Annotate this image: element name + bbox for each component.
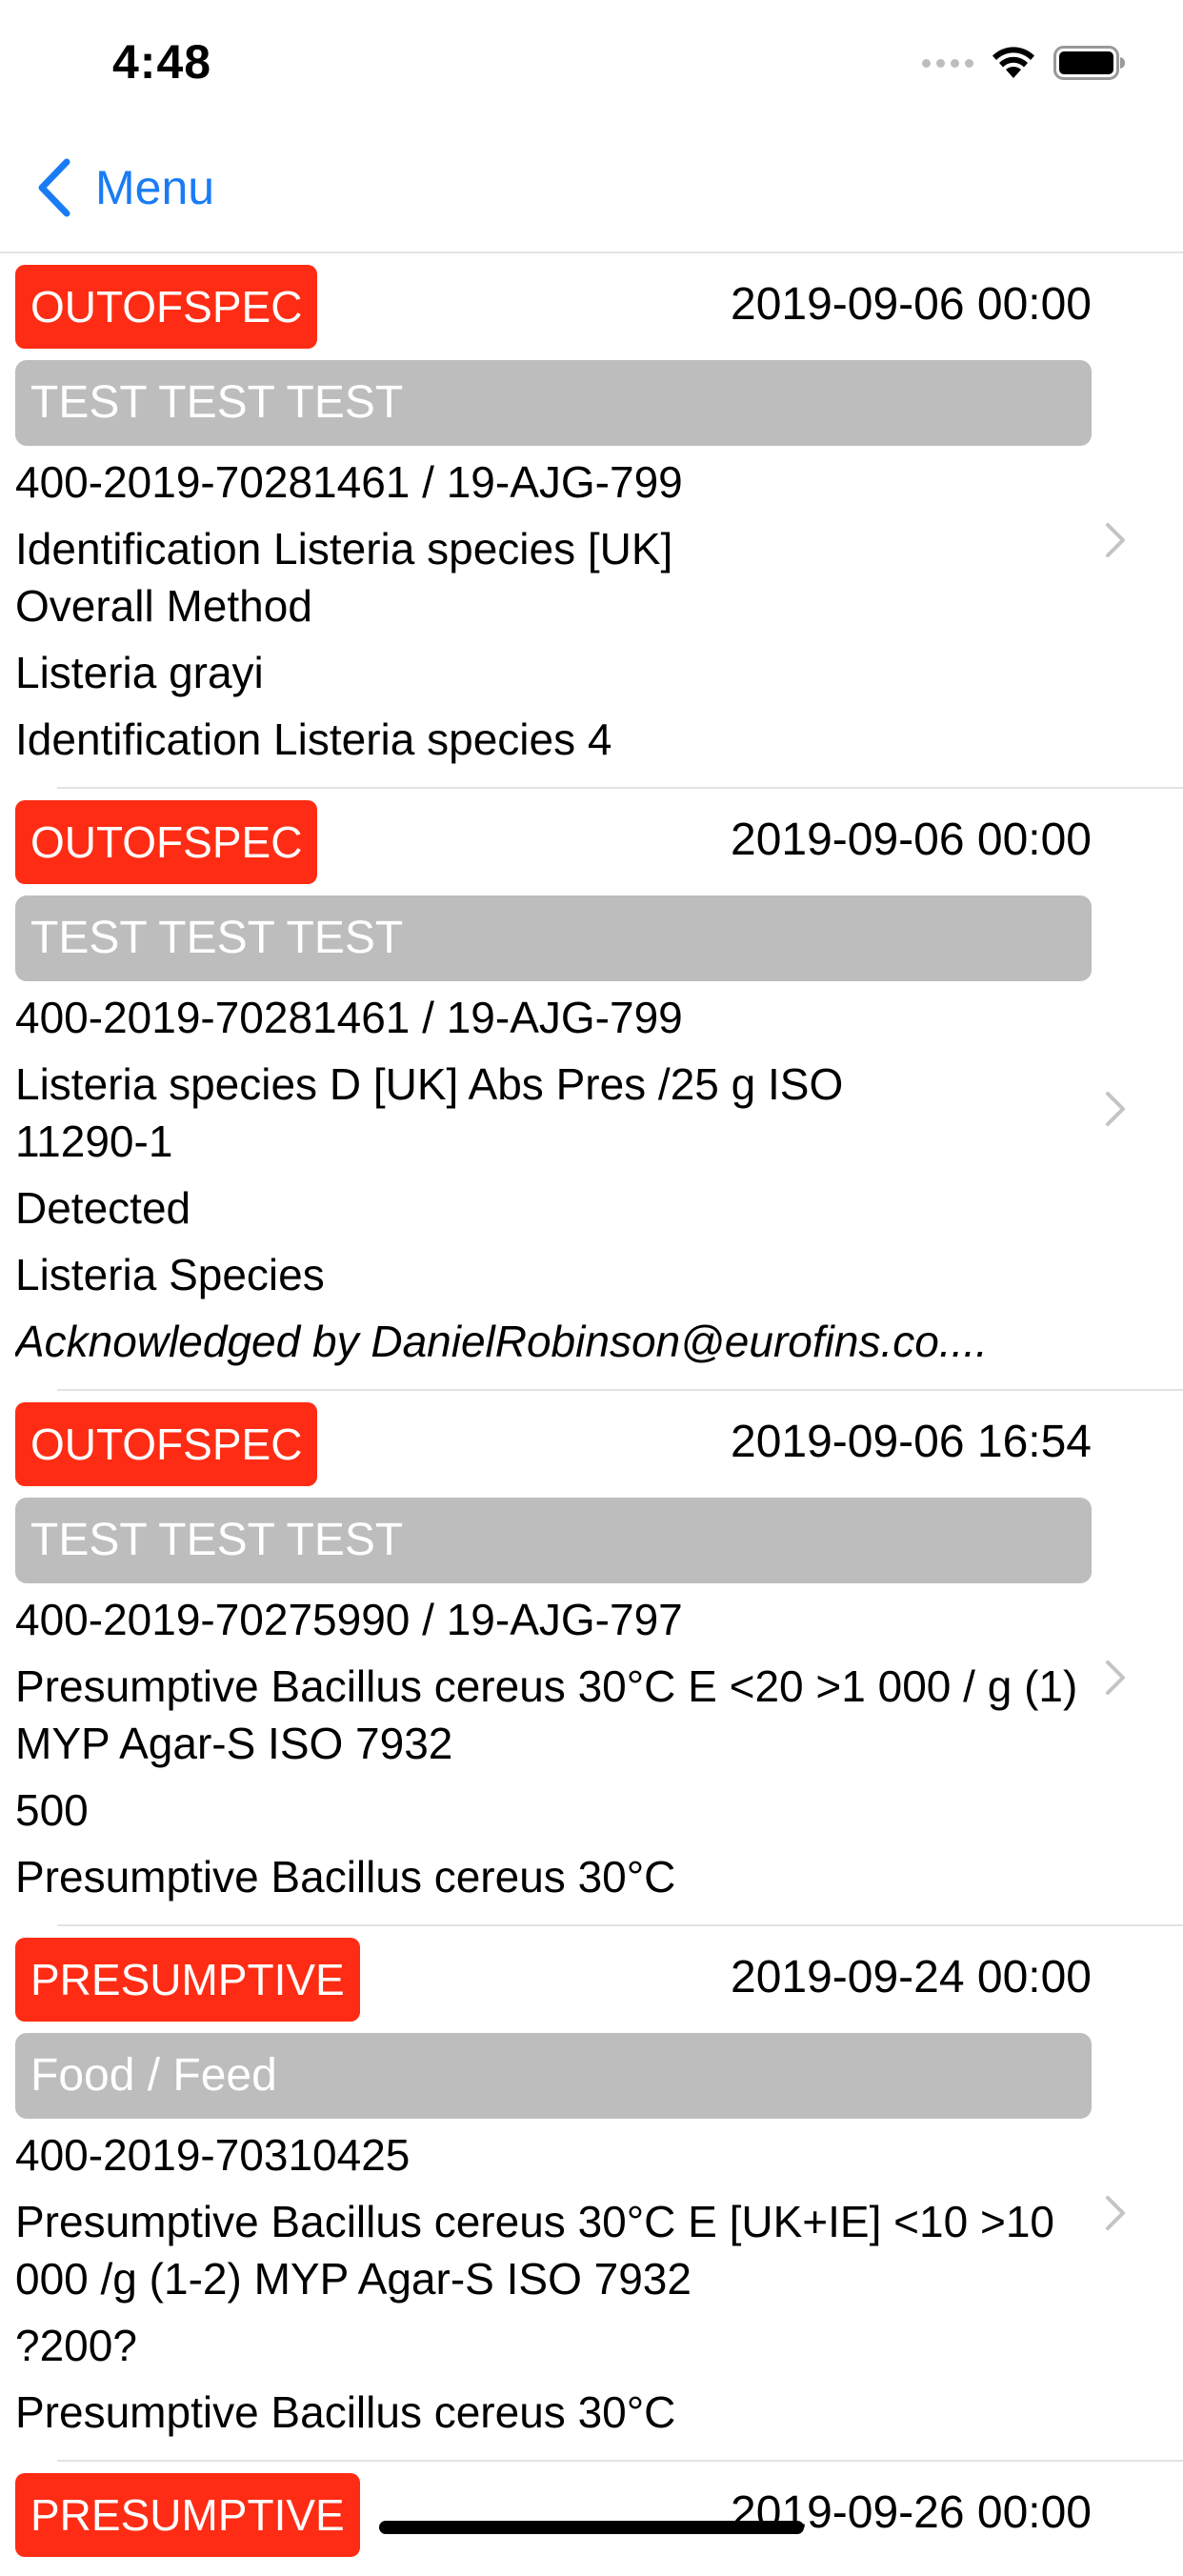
signal-icon [922, 58, 973, 68]
sample-reference: 400-2019-70275990 / 19-AJG-797 [15, 1595, 683, 1644]
test-name: Presumptive Bacillus cereus 30°C E <20 >… [15, 1661, 1078, 1768]
test-method: Overall Method [15, 581, 312, 631]
chevron-right-icon [1106, 1092, 1125, 1126]
item-date: 2019-09-24 00:00 [731, 1952, 1092, 2002]
sample-reference: 400-2019-70281461 / 19-AJG-799 [15, 993, 683, 1042]
back-button[interactable]: Menu [34, 154, 214, 221]
parameter-name: Listeria Species [15, 1250, 325, 1299]
result-value: Detected [15, 1183, 191, 1233]
test-name: Presumptive Bacillus cereus 30°C E [UK+I… [15, 2197, 1054, 2304]
item-details: 400-2019-70275990 / 19-AJG-797 Presumpti… [15, 1591, 1082, 1905]
item-date: 2019-09-06 00:00 [731, 279, 1092, 330]
list-item[interactable]: OUTOFSPEC 2019-09-06 00:00 TEST TEST TES… [0, 253, 1183, 789]
home-indicator[interactable] [379, 2521, 804, 2534]
item-date: 2019-09-06 00:00 [731, 815, 1092, 865]
chevron-right-icon [1106, 2196, 1125, 2230]
battery-icon [1053, 46, 1125, 80]
wifi-icon [993, 47, 1034, 78]
list-item[interactable]: OUTOFSPEC 2019-09-06 16:54 TEST TEST TES… [0, 1391, 1183, 1926]
status-badge: OUTOFSPEC [15, 800, 318, 884]
category-label: TEST TEST TEST [15, 360, 1092, 446]
acknowledgement-text: Acknowledged by DanielRobinson@eurofins.… [15, 1317, 988, 1366]
sample-reference: 400-2019-70310425 [15, 2130, 411, 2180]
chevron-right-icon [1106, 523, 1125, 557]
parameter-name: Identification Listeria species 4 [15, 714, 612, 764]
status-bar: 4:48 [0, 0, 1183, 126]
back-button-label: Menu [95, 161, 215, 214]
sample-reference: 400-2019-70281461 / 19-AJG-799 [15, 457, 683, 507]
parameter-name: Presumptive Bacillus cereus 30°C [15, 1852, 676, 1902]
item-date: 2019-09-06 16:54 [731, 1417, 1092, 1467]
status-time: 4:48 [112, 35, 212, 89]
result-value: ?200? [15, 2321, 137, 2370]
parameter-name: Presumptive Bacillus cereus 30°C [15, 2387, 676, 2437]
category-label: Food / Feed [15, 2033, 1092, 2119]
list-item[interactable]: OUTOFSPEC 2019-09-06 00:00 TEST TEST TES… [0, 789, 1183, 1391]
status-icons [922, 44, 1126, 82]
category-label: TEST TEST TEST [15, 896, 1092, 981]
chevron-right-icon [1106, 1660, 1125, 1695]
test-name: Listeria species D [UK] Abs Pres /25 g I… [15, 1059, 844, 1166]
list-item[interactable]: PRESUMPTIVE 2019-09-26 00:00 [0, 2462, 1183, 2576]
chevron-left-icon [38, 158, 70, 217]
result-value: 500 [15, 1785, 89, 1835]
category-label: TEST TEST TEST [15, 1498, 1092, 1583]
results-list: OUTOFSPEC 2019-09-06 00:00 TEST TEST TES… [0, 253, 1183, 2576]
status-badge: PRESUMPTIVE [15, 1938, 360, 2022]
item-details: 400-2019-70281461 / 19-AJG-799 Listeria … [15, 989, 1082, 1370]
result-value: Listeria grayi [15, 648, 264, 697]
navigation-bar: Menu [0, 126, 1183, 253]
status-badge: OUTOFSPEC [15, 1402, 318, 1486]
test-name: Identification Listeria species [UK] [15, 524, 673, 574]
list-item[interactable]: PRESUMPTIVE 2019-09-24 00:00 Food / Feed… [0, 1926, 1183, 2462]
item-details: 400-2019-70281461 / 19-AJG-799 Identific… [15, 453, 1082, 768]
status-badge: PRESUMPTIVE [15, 2473, 360, 2557]
item-details: 400-2019-70310425 Presumptive Bacillus c… [15, 2126, 1082, 2441]
status-badge: OUTOFSPEC [15, 265, 318, 349]
